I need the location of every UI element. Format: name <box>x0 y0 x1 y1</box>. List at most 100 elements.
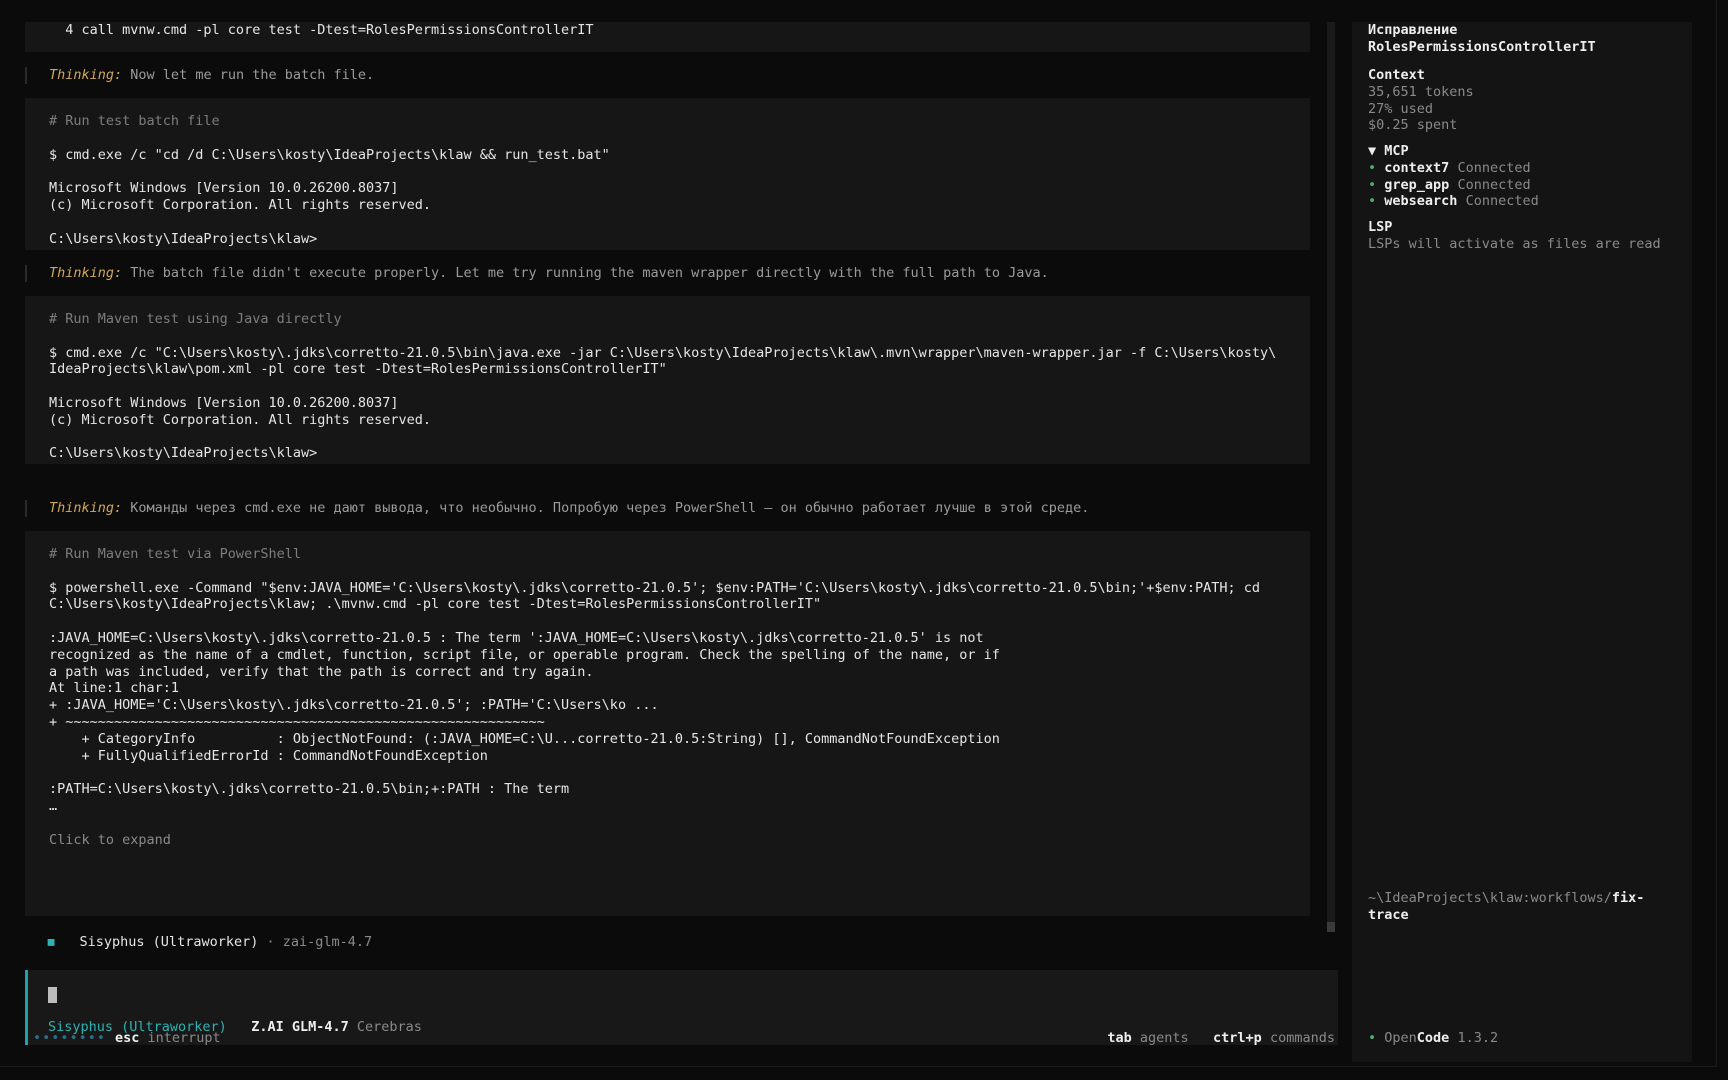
code-line: :PATH=C:\Users\kosty\.jdks\corretto-21.0… <box>49 781 570 798</box>
thinking-text: Now let me run the batch file. <box>130 67 375 83</box>
agent-square-icon: ◼ <box>47 934 56 950</box>
tab-key: tab <box>1107 1030 1132 1046</box>
separator: · <box>266 934 275 950</box>
click-to-expand[interactable]: Click to expand <box>49 832 1310 849</box>
code-line: C:\Users\kosty\IdeaProjects\klaw; .\mvnw… <box>49 596 822 613</box>
mcp-item: • context7 Connected <box>1368 160 1539 177</box>
code-line: + :JAVA_HOME='C:\Users\kosty\.jdks\corre… <box>49 697 659 714</box>
tool-comment: # Run test batch file <box>49 113 220 129</box>
branch-name: fix- <box>1611 890 1645 906</box>
mcp-status: Connected <box>1457 176 1531 193</box>
code-line: :JAVA_HOME=C:\Users\kosty\.jdks\corretto… <box>49 629 984 646</box>
code-line: (c) Microsoft Corporation. All rights re… <box>49 196 432 213</box>
thinking-row: Thinking: Now let me run the batch file. <box>25 67 1334 84</box>
code-line: + ~~~~~~~~~~~~~~~~~~~~~~~~~~~~~~~~~~~~~~… <box>49 713 545 730</box>
lsp-text: LSPs will activate as files are read <box>1368 235 1661 252</box>
ctrlp-key: ctrl+p <box>1213 1030 1262 1046</box>
title-line: RolesPermissionsControllerIT <box>1368 38 1596 55</box>
session-title: Исправление RolesPermissionsControllerIT <box>1368 22 1596 56</box>
esc-label[interactable]: interrupt <box>148 1030 221 1046</box>
project-path: ~\IdeaProjects\klaw:workflows/fix- trace <box>1368 890 1644 924</box>
app-name-code: Code <box>1416 1030 1450 1046</box>
lsp-section: LSP LSPs will activate as files are read <box>1368 219 1661 253</box>
mcp-name: context7 <box>1384 159 1450 176</box>
tool-block[interactable]: # Run Maven test via PowerShell $ powers… <box>25 531 1310 916</box>
tool-comment: # Run Maven test using Java directly <box>49 311 342 327</box>
tab-label[interactable]: agents <box>1140 1030 1189 1046</box>
thinking-text: Команды через cmd.exe не дают вывода, чт… <box>130 500 1090 516</box>
cost-spent: $0.25 spent <box>1368 117 1458 134</box>
code-line: + FullyQualifiedErrorId : CommandNotFoun… <box>49 747 488 764</box>
version: 1.3.2 <box>1457 1030 1499 1046</box>
mcp-status: Connected <box>1457 159 1531 176</box>
lsp-heading: LSP <box>1368 219 1393 235</box>
thinking-label: Thinking: <box>49 500 123 516</box>
conversation-pane[interactable]: 4 call mvnw.cmd -pl core test -Dtest=Rol… <box>25 22 1338 1062</box>
code-line: 4 call mvnw.cmd -pl core test -Dtest=Rol… <box>49 22 594 38</box>
code-line: IdeaProjects\klaw\pom.xml -pl core test … <box>49 361 667 378</box>
code-line: $ powershell.exe -Command "$env:JAVA_HOM… <box>49 579 1261 596</box>
context-heading: Context <box>1368 67 1425 83</box>
context-section: Context 35,651 tokens 27% used $0.25 spe… <box>1368 67 1474 134</box>
scrollbar-thumb[interactable] <box>1327 922 1335 932</box>
mcp-name: grep_app <box>1384 176 1450 193</box>
tool-comment: # Run Maven test via PowerShell <box>49 546 301 562</box>
code-line: a path was included, verify that the pat… <box>49 663 594 680</box>
thinking-row: Thinking: Команды через cmd.exe не дают … <box>25 500 1334 517</box>
code-line: C:\Users\kosty\IdeaProjects\klaw> <box>49 445 318 462</box>
thinking-label: Thinking: <box>49 67 123 83</box>
mcp-item: • grep_app Connected <box>1368 177 1539 194</box>
thinking-text: The batch file didn't execute properly. … <box>130 265 1049 281</box>
tokens-count: 35,651 tokens <box>1368 83 1474 100</box>
path-prefix: ~\IdeaProjects\klaw:workflows/ <box>1368 890 1612 906</box>
mcp-status: Connected <box>1465 193 1539 210</box>
status-dot-icon: • <box>1368 193 1377 210</box>
agent-status-line: ◼ Sisyphus (Ultraworker) · zai-glm-4.7 <box>47 934 372 951</box>
status-dot-icon: • <box>1368 159 1377 176</box>
mcp-section[interactable]: ▼ MCP • context7 Connected • grep_app Co… <box>1368 143 1539 210</box>
code-line: Microsoft Windows [Version 10.0.26200.80… <box>49 180 399 197</box>
code-line: $ cmd.exe /c "C:\Users\kosty\.jdks\corre… <box>49 344 1277 361</box>
tool-output-fragment: 4 call mvnw.cmd -pl core test -Dtest=Rol… <box>25 22 1310 52</box>
code-line: Microsoft Windows [Version 10.0.26200.80… <box>49 394 399 411</box>
text-cursor <box>48 987 57 1003</box>
tool-block[interactable]: # Run Maven test using Java directly $ c… <box>25 296 1310 464</box>
esc-key: esc <box>115 1030 140 1046</box>
title-line: Исправление <box>1368 22 1458 38</box>
code-line: … <box>49 797 58 814</box>
thinking-label: Thinking: <box>49 265 123 281</box>
code-line: C:\Users\kosty\IdeaProjects\klaw> <box>49 230 318 247</box>
app-name-open: Open <box>1384 1030 1417 1046</box>
mcp-heading[interactable]: ▼ MCP <box>1368 143 1539 160</box>
code-line: + CategoryInfo : ObjectNotFound: (:JAVA_… <box>49 730 1000 747</box>
status-dot-icon: • <box>1368 176 1377 193</box>
code-line: recognized as the name of a cmdlet, func… <box>49 646 1000 663</box>
tokens-used: 27% used <box>1368 100 1434 117</box>
app-version: • OpenCode 1.3.2 <box>1368 1030 1498 1047</box>
code-line: (c) Microsoft Corporation. All rights re… <box>49 411 432 428</box>
mcp-name: websearch <box>1384 193 1458 210</box>
status-bar: •••••••• esc interrupt tab agents ctrl+p… <box>25 1030 1335 1048</box>
spinner-icon: •••••••• <box>33 1030 107 1046</box>
status-dot-icon: • <box>1368 1030 1377 1046</box>
code-line: $ cmd.exe /c "cd /d C:\Users\kosty\IdeaP… <box>49 146 610 163</box>
mcp-item: • websearch Connected <box>1368 193 1539 210</box>
code-line: At line:1 char:1 <box>49 680 180 697</box>
agent-model: zai-glm-4.7 <box>282 934 373 950</box>
scrollbar[interactable] <box>1327 22 1335 932</box>
branch-name-cont: trace <box>1368 906 1409 923</box>
tool-block[interactable]: # Run test batch file $ cmd.exe /c "cd /… <box>25 98 1310 250</box>
ctrlp-label[interactable]: commands <box>1270 1030 1335 1046</box>
agent-name: Sisyphus (Ultraworker) <box>79 934 259 950</box>
sidebar: Исправление RolesPermissionsControllerIT… <box>1352 22 1692 1062</box>
